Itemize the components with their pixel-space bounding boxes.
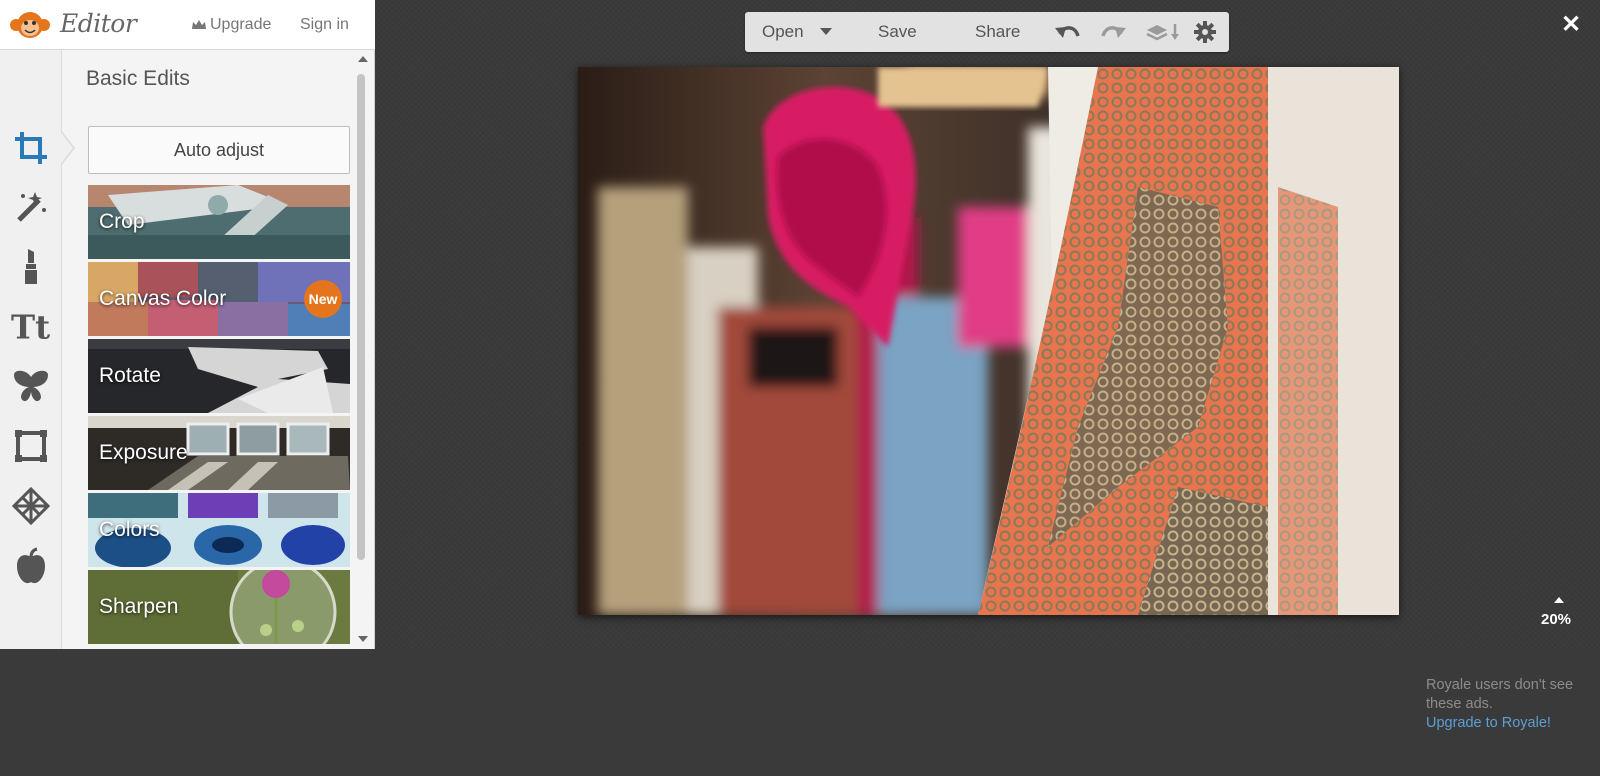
magic-wand-icon[interactable] bbox=[11, 186, 51, 226]
share-button[interactable]: Share bbox=[975, 12, 1020, 52]
layers-icon[interactable] bbox=[1145, 20, 1181, 44]
save-button[interactable]: Save bbox=[878, 12, 917, 52]
zoom-up-arrow-icon[interactable] bbox=[1554, 597, 1564, 603]
canvas-photo[interactable] bbox=[578, 67, 1399, 615]
settings-icon[interactable] bbox=[1192, 20, 1218, 44]
tool-tile-exposure[interactable]: Exposure bbox=[88, 416, 350, 490]
app-title: Editor bbox=[60, 9, 137, 38]
clothing-rack-photo bbox=[578, 67, 1399, 615]
auto-adjust-button[interactable]: Auto adjust bbox=[88, 126, 350, 174]
panel-scrollbar[interactable] bbox=[354, 50, 370, 649]
scroll-down-arrow-icon[interactable] bbox=[358, 636, 368, 642]
zoom-level[interactable]: 20% bbox=[1541, 611, 1571, 628]
crop-icon[interactable] bbox=[11, 128, 51, 168]
ad-note: Royale users don't see these ads. Upgrad… bbox=[1426, 676, 1576, 733]
lipstick-icon[interactable] bbox=[11, 246, 51, 286]
ad-text: Royale users don't see these ads. bbox=[1426, 677, 1574, 712]
close-icon[interactable]: ✕ bbox=[1561, 12, 1581, 38]
monkey-logo-icon[interactable] bbox=[9, 10, 51, 40]
panel-header: Editor Upgrade Sign in bbox=[0, 0, 375, 50]
tool-label: Canvas Color bbox=[99, 287, 227, 310]
frame-icon[interactable] bbox=[11, 426, 51, 466]
tool-label: Exposure bbox=[99, 441, 188, 464]
crown-icon bbox=[192, 20, 206, 29]
tool-label: Rotate bbox=[99, 364, 161, 387]
new-badge: New bbox=[304, 280, 342, 318]
undo-icon[interactable] bbox=[1055, 20, 1081, 44]
butterfly-icon[interactable] bbox=[11, 366, 51, 406]
chevron-down-icon[interactable] bbox=[813, 20, 839, 44]
redo-icon[interactable] bbox=[1100, 20, 1126, 44]
tool-tile-sharpen[interactable]: Sharpen bbox=[88, 570, 350, 644]
workspace-bottom bbox=[0, 649, 1600, 776]
scroll-up-arrow-icon[interactable] bbox=[358, 56, 368, 62]
open-button[interactable]: Open bbox=[762, 12, 804, 52]
upgrade-label: Upgrade bbox=[210, 16, 272, 33]
tool-label: Colors bbox=[99, 518, 160, 541]
tool-tile-crop[interactable]: Crop bbox=[88, 185, 350, 259]
top-toolbar: Open Save Share bbox=[745, 12, 1229, 52]
texture-icon[interactable] bbox=[11, 486, 51, 526]
sign-in-link[interactable]: Sign in bbox=[300, 16, 349, 34]
tool-category-rail: Tt bbox=[0, 50, 62, 649]
edit-panel: Editor Upgrade Sign in Tt Basic Edits Au… bbox=[0, 0, 375, 649]
text-icon[interactable]: Tt bbox=[11, 306, 51, 346]
upgrade-royale-link[interactable]: Upgrade to Royale! bbox=[1426, 714, 1576, 733]
upgrade-link[interactable]: Upgrade bbox=[191, 16, 271, 34]
scroll-thumb[interactable] bbox=[357, 74, 365, 560]
active-category-pointer bbox=[60, 130, 75, 166]
tool-tile-rotate[interactable]: Rotate bbox=[88, 339, 350, 413]
svg-text:Tt: Tt bbox=[11, 308, 50, 344]
section-title: Basic Edits bbox=[86, 67, 190, 90]
tool-tile-colors[interactable]: Colors bbox=[88, 493, 350, 567]
tool-label: Sharpen bbox=[99, 595, 179, 618]
apple-icon[interactable] bbox=[11, 546, 51, 586]
tool-label: Crop bbox=[99, 210, 145, 233]
tool-tile-canvas-color[interactable]: Canvas Color New bbox=[88, 262, 350, 336]
